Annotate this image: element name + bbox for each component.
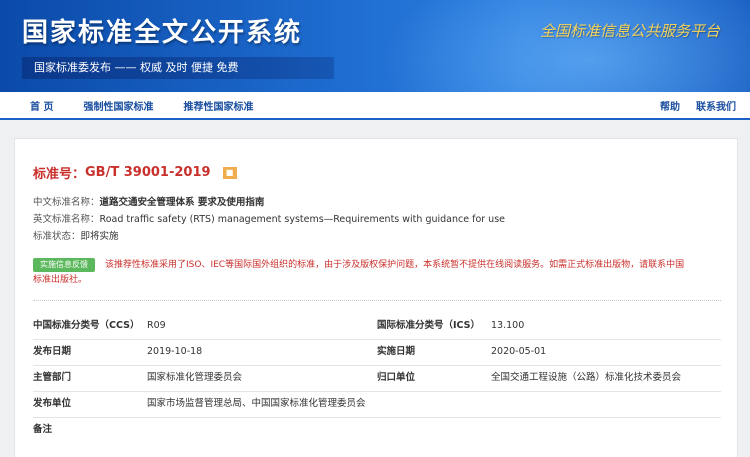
ics-value: 13.100 — [491, 320, 525, 331]
department-value: 国家标准化管理委员会 — [147, 372, 243, 383]
cn-name-line: 中文标准名称：道路交通安全管理体系 要求及使用指南 — [33, 194, 264, 208]
status-value: 即将实施 — [80, 231, 119, 242]
implement-date-label: 实施日期 — [377, 346, 416, 357]
ccs-value: R09 — [147, 320, 166, 331]
section-divider — [33, 300, 721, 301]
status-line: 标准状态：即将实施 — [33, 228, 119, 242]
nav-help[interactable]: 帮助 — [660, 98, 680, 113]
detail-row-classification: 中国标准分类号（CCS） R09 国际标准分类号（ICS） 13.100 — [33, 313, 721, 340]
standard-detail-panel: 标准号： GB/T 39001-2019 ■ 中文标准名称：道路交通安全管理体系… — [14, 138, 738, 457]
main-nav: 首 页 强制性国家标准 推荐性国家标准 帮助 联系我们 — [0, 92, 750, 120]
platform-logo-text: 全国标准信息公共服务平台 — [539, 22, 720, 40]
standard-number-label: 标准号： — [33, 167, 86, 182]
en-name-line: 英文标准名称：Road traffic safety (RTS) managem… — [33, 211, 505, 225]
en-name: Road traffic safety (RTS) management sys… — [99, 214, 505, 225]
publish-date-label: 发布日期 — [33, 346, 72, 357]
nav-left: 首 页 强制性国家标准 推荐性国家标准 — [30, 98, 283, 113]
nav-mandatory-standards[interactable]: 强制性国家标准 — [83, 98, 153, 113]
owner-unit-label: 归口单位 — [377, 372, 416, 383]
publisher-label: 发布单位 — [33, 398, 72, 409]
detail-row-departments: 主管部门 国家标准化管理委员会 归口单位 全国交通工程设施（公路）标准化技术委员… — [33, 365, 721, 392]
banner-glow — [380, 0, 750, 92]
nav-home[interactable]: 首 页 — [30, 98, 53, 113]
cn-name: 道路交通安全管理体系 要求及使用指南 — [99, 197, 265, 208]
standard-number: GB/T 39001-2019 — [85, 165, 211, 180]
publish-date-value: 2019-10-18 — [147, 346, 203, 357]
department-label: 主管部门 — [33, 372, 72, 383]
implementation-feedback-button[interactable]: 实施信息反馈 — [33, 258, 95, 272]
cn-name-label: 中文标准名称： — [33, 197, 100, 208]
standard-number-heading: 标准号： GB/T 39001-2019 ■ — [33, 163, 237, 182]
nav-recommended-standards[interactable]: 推荐性国家标准 — [183, 98, 253, 113]
ics-label: 国际标准分类号（ICS） — [377, 320, 481, 331]
en-name-label: 英文标准名称： — [33, 214, 100, 225]
implement-date-value: 2020-05-01 — [491, 346, 547, 357]
owner-unit-value: 全国交通工程设施（公路）标准化技术委员会 — [491, 372, 682, 383]
detail-row-publisher: 发布单位 国家市场监督管理总局、中国国家标准化管理委员会 — [33, 391, 721, 418]
nav-contact[interactable]: 联系我们 — [696, 98, 736, 113]
site-title: 国家标准全文公开系统 — [22, 18, 303, 48]
adopted-standard-badge-icon: ■ — [222, 166, 237, 179]
detail-row-remark: 备注 — [33, 417, 721, 443]
ccs-label: 中国标准分类号（CCS） — [33, 320, 140, 331]
status-label: 标准状态： — [33, 231, 81, 242]
header-banner: 国家标准全文公开系统 国家标准委发布 —— 权威 及时 便捷 免费 全国标准信息… — [0, 0, 750, 92]
detail-row-dates: 发布日期 2019-10-18 实施日期 2020-05-01 — [33, 339, 721, 366]
remark-label: 备注 — [33, 424, 53, 435]
site-slogan: 国家标准委发布 —— 权威 及时 便捷 免费 — [22, 57, 334, 79]
publisher-value: 国家市场监督管理总局、中国国家标准化管理委员会 — [147, 398, 366, 409]
copyright-notice: 该推荐性标准采用了ISO、IEC等国际国外组织的标准，由于涉及版权保护问题，本系… — [33, 260, 685, 285]
nav-right: 帮助 联系我们 — [660, 98, 750, 113]
